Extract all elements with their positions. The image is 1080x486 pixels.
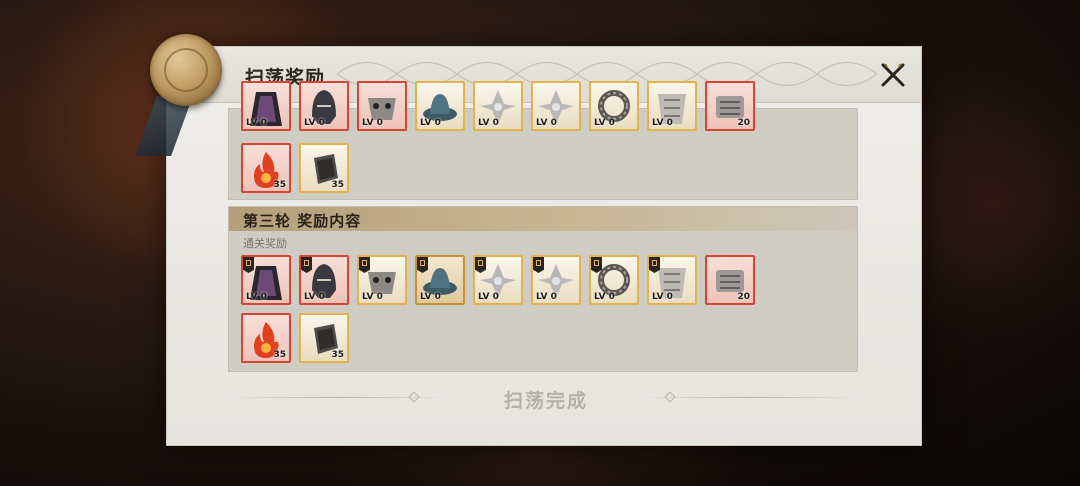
equipment-tag-icon [533, 257, 544, 273]
item-level-label: LV 0 [478, 292, 499, 302]
clear-reward-label: 通关奖励 [243, 237, 287, 250]
item-quantity-label: 20 [737, 292, 750, 302]
reward-item[interactable]: LV 0 [299, 81, 349, 131]
item-level-label: LV 0 [652, 292, 673, 302]
equipment-tag-icon [301, 257, 312, 273]
reward-item[interactable]: 35 [299, 313, 349, 363]
reward-section-previous[interactable]: LV 0 LV 0 LV 0 LV 0 LV 0 LV 0 LV 0 LV 0 20 35 35 [228, 81, 858, 200]
reward-item[interactable]: 35 [299, 143, 349, 193]
item-level-label: LV 0 [420, 292, 441, 302]
reward-item[interactable]: 20 [705, 81, 755, 131]
item-quantity-label: 35 [273, 350, 286, 360]
equipment-tag-icon [591, 257, 602, 273]
reward-item[interactable]: LV 0 [589, 255, 639, 305]
reward-item[interactable]: LV 0 [415, 255, 465, 305]
close-x-icon [881, 63, 905, 87]
item-level-label: LV 0 [536, 118, 557, 128]
reward-item[interactable]: LV 0 [473, 81, 523, 131]
item-level-label: LV 0 [304, 292, 325, 302]
item-level-label: LV 0 [478, 118, 499, 128]
item-level-label: LV 0 [362, 292, 383, 302]
reward-item[interactable]: 20 [705, 255, 755, 305]
item-level-label: LV 0 [594, 292, 615, 302]
item-quantity-label: 35 [331, 350, 344, 360]
equipment-tag-icon [417, 257, 428, 273]
reward-item[interactable]: LV 0 [241, 81, 291, 131]
item-level-label: LV 0 [246, 118, 267, 128]
reward-item[interactable]: LV 0 [357, 255, 407, 305]
reward-item[interactable]: LV 0 [241, 255, 291, 305]
reward-item[interactable]: 35 [241, 313, 291, 363]
reward-item[interactable]: LV 0 [531, 255, 581, 305]
reward-item[interactable]: 35 [241, 143, 291, 193]
equipment-tag-icon [359, 257, 370, 273]
wax-seal-icon [150, 34, 222, 106]
item-level-label: LV 0 [536, 292, 557, 302]
reward-section-round-3[interactable]: 第三轮 奖励内容 通关奖励 LV 0 LV 0 LV 0 LV 0 LV 0 LV 0 LV… [228, 206, 858, 372]
item-level-label: LV 0 [652, 118, 673, 128]
section-title-bar: 第三轮 奖励内容 [229, 207, 857, 231]
item-quantity-label: 20 [737, 118, 750, 128]
reward-item[interactable]: LV 0 [647, 255, 697, 305]
sweep-complete-title: 扫荡完成 [503, 390, 588, 412]
close-button[interactable] [876, 58, 910, 92]
reward-item[interactable]: LV 0 [299, 255, 349, 305]
item-quantity-label: 35 [273, 180, 286, 190]
item-level-label: LV 0 [420, 118, 441, 128]
reward-item[interactable]: LV 0 [415, 81, 465, 131]
item-level-label: LV 0 [362, 118, 383, 128]
reward-item[interactable]: LV 0 [357, 81, 407, 131]
equipment-tag-icon [243, 257, 254, 273]
item-level-label: LV 0 [594, 118, 615, 128]
reward-item[interactable]: LV 0 [473, 255, 523, 305]
item-level-label: LV 0 [246, 292, 267, 302]
item-quantity-label: 35 [331, 180, 344, 190]
item-level-label: LV 0 [304, 118, 325, 128]
equipment-tag-icon [649, 257, 660, 273]
reward-item[interactable]: LV 0 [589, 81, 639, 131]
reward-item[interactable]: LV 0 [647, 81, 697, 131]
equipment-tag-icon [475, 257, 486, 273]
reward-item[interactable]: LV 0 [531, 81, 581, 131]
divider-right [640, 397, 860, 398]
section-title: 第三轮 奖励内容 [243, 212, 362, 230]
